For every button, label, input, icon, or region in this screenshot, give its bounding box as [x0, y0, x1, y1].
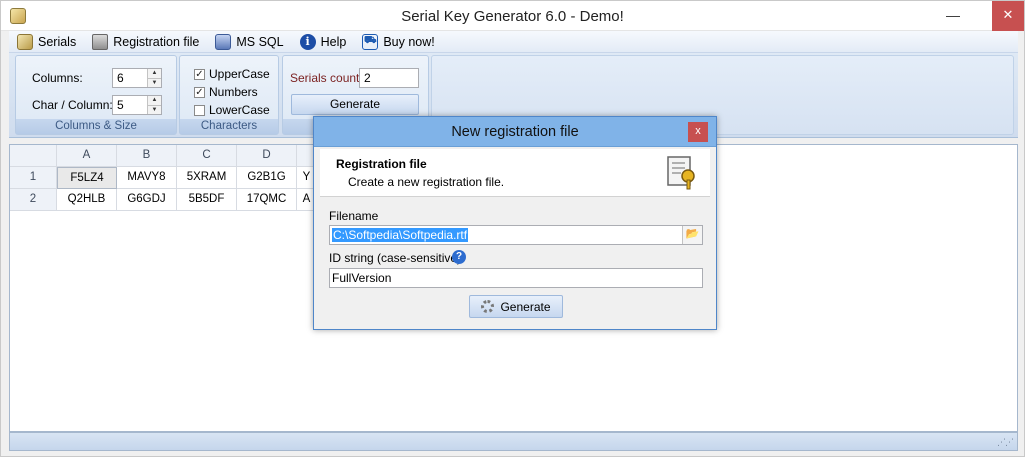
dialog-header-description: Create a new registration file.: [348, 175, 505, 189]
menu-ms-sql-label: MS SQL: [236, 34, 284, 49]
columns-spinner[interactable]: 6 ▲ ▼: [112, 68, 162, 88]
grid-cell[interactable]: F5LZ4: [57, 167, 117, 189]
spin-up-icon[interactable]: ▲: [148, 69, 161, 78]
grid-header-row: A B C D: [10, 145, 317, 167]
menu-buy-now[interactable]: ⛟ Buy now!: [362, 31, 435, 53]
serials-icon: [17, 33, 33, 50]
lock-icon: [92, 33, 109, 50]
menu-registration-file-label: Registration file: [113, 34, 200, 49]
menu-help[interactable]: i Help: [299, 31, 347, 53]
spin-down-icon[interactable]: ▼: [148, 78, 161, 87]
uppercase-checkbox[interactable]: ✓ UpperCase: [194, 67, 270, 81]
lowercase-label: LowerCase: [209, 103, 270, 117]
check-icon: ✓: [194, 68, 205, 80]
row-number[interactable]: 2: [10, 189, 57, 211]
char-per-column-label: Char / Column:: [32, 98, 113, 112]
group-characters: ✓ UpperCase ✓ Numbers LowerCase Characte…: [179, 55, 279, 135]
spin-down-icon[interactable]: ▼: [148, 105, 161, 114]
numbers-label: Numbers: [209, 85, 258, 99]
grid-cell[interactable]: 5B5DF: [177, 189, 237, 211]
grid-cell[interactable]: 5XRAM: [177, 167, 237, 189]
cart-icon: ⛟: [362, 33, 379, 50]
title-bar: Serial Key Generator 6.0 - Demo! — ✕: [1, 1, 1024, 31]
menu-registration-file[interactable]: Registration file: [92, 31, 199, 53]
resize-grip-icon[interactable]: ⋰⋰: [997, 437, 1014, 448]
menu-help-label: Help: [320, 34, 347, 49]
menu-serials-label: Serials: [38, 34, 77, 49]
serials-count-label: Serials count:: [290, 71, 363, 85]
columns-label: Columns:: [32, 71, 83, 85]
column-header[interactable]: A: [57, 145, 117, 167]
close-button[interactable]: ✕: [992, 1, 1024, 31]
row-number[interactable]: 1: [10, 167, 57, 189]
gear-icon: [481, 300, 495, 313]
check-icon: ✓: [194, 86, 205, 98]
main-window: Serial Key Generator 6.0 - Demo! — ✕ Ser…: [0, 0, 1025, 457]
serials-count-input[interactable]: 2: [359, 68, 419, 88]
column-header[interactable]: C: [177, 145, 237, 167]
grid-cell[interactable]: 17QMC: [237, 189, 297, 211]
filename-label: Filename: [329, 209, 379, 223]
dialog-header: Registration file Create a new registrat…: [320, 149, 710, 197]
ribbon-generate-button[interactable]: Generate: [291, 94, 419, 115]
dialog-title: New registration file: [451, 124, 579, 140]
dialog-title-bar: New registration file x: [314, 117, 716, 147]
new-registration-dialog: New registration file x Registration fil…: [313, 116, 717, 330]
column-header[interactable]: B: [117, 145, 177, 167]
spin-up-icon[interactable]: ▲: [148, 96, 161, 105]
corner-cell: [10, 145, 57, 167]
numbers-checkbox[interactable]: ✓ Numbers: [194, 85, 258, 99]
grid-cell[interactable]: G2B1G: [237, 167, 297, 189]
grid-cell[interactable]: G6GDJ: [117, 189, 177, 211]
window-title: Serial Key Generator 6.0 - Demo!: [401, 8, 624, 25]
table-row[interactable]: 1 F5LZ4 MAVY8 5XRAM G2B1G Y: [10, 167, 317, 189]
lowercase-checkbox[interactable]: LowerCase: [194, 103, 270, 117]
database-icon: [215, 33, 232, 50]
registration-key-icon: [667, 156, 695, 190]
char-per-column-value: 5: [117, 98, 124, 112]
group-columns-size: Columns: 6 ▲ ▼ Char / Column: 5 ▲ ▼ Colu…: [15, 55, 177, 135]
dialog-header-title: Registration file: [336, 157, 427, 171]
dialog-close-button[interactable]: x: [688, 122, 708, 142]
uppercase-label: UpperCase: [209, 67, 270, 81]
filename-value: C:\Softpedia\Softpedia.rtf: [332, 228, 469, 242]
menu-buy-now-label: Buy now!: [383, 34, 435, 49]
help-icon[interactable]: ?: [452, 250, 466, 264]
id-string-label: ID string (case-sensitive): [329, 251, 462, 265]
unchecked-box-icon: [194, 104, 205, 116]
menu-serials[interactable]: Serials: [17, 31, 76, 53]
group-caption: Characters: [180, 119, 278, 134]
columns-value: 6: [117, 71, 124, 85]
dialog-generate-button[interactable]: Generate: [469, 295, 563, 318]
menu-bar: Serials Registration file MS SQL i Help …: [9, 31, 1018, 53]
filename-input[interactable]: C:\Softpedia\Softpedia.rtf 📂: [329, 225, 703, 245]
menu-ms-sql[interactable]: MS SQL: [215, 31, 284, 53]
column-header[interactable]: D: [237, 145, 297, 167]
dialog-generate-label: Generate: [500, 299, 551, 314]
id-string-input[interactable]: FullVersion: [329, 268, 703, 288]
browse-folder-icon[interactable]: 📂: [682, 226, 702, 244]
char-per-column-spinner[interactable]: 5 ▲ ▼: [112, 95, 162, 115]
table-row[interactable]: 2 Q2HLB G6GDJ 5B5DF 17QMC A: [10, 189, 317, 211]
status-bar: ⋰⋰: [9, 432, 1018, 451]
group-caption: Columns & Size: [16, 119, 176, 134]
info-icon: i: [299, 33, 316, 50]
grid-cell[interactable]: MAVY8: [117, 167, 177, 189]
minimize-button[interactable]: —: [939, 1, 967, 31]
grid-cell[interactable]: Q2HLB: [57, 189, 117, 211]
